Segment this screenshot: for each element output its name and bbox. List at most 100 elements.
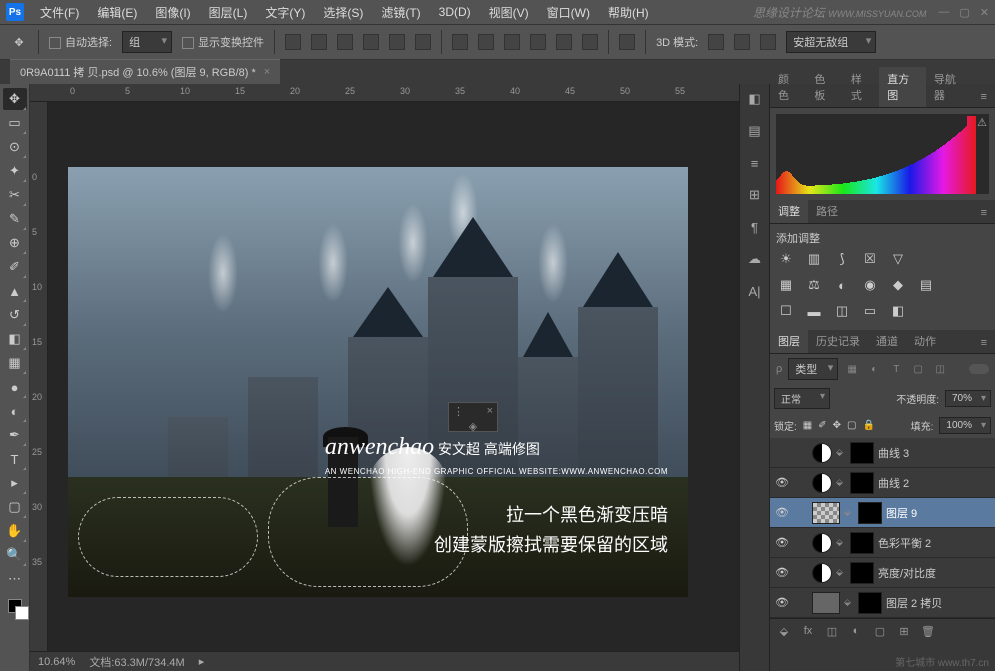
- layer-row[interactable]: 👁 ⬙ 图层 9: [770, 498, 995, 528]
- eraser-tool[interactable]: ◧: [3, 328, 27, 350]
- auto-select-check[interactable]: 自动选择:: [49, 34, 112, 50]
- menu-window[interactable]: 窗口(W): [539, 1, 598, 24]
- blur-tool[interactable]: ●: [3, 376, 27, 398]
- photo-filter-icon[interactable]: ◉: [860, 276, 880, 294]
- mask-icon[interactable]: ◫: [824, 623, 840, 639]
- distribute-icon-5[interactable]: [556, 34, 572, 50]
- new-layer-icon[interactable]: ⊞: [896, 623, 912, 639]
- lookup-icon[interactable]: ▤: [916, 276, 936, 294]
- layer-row[interactable]: 👁 ⬙ 曲线 2: [770, 468, 995, 498]
- tab-navigator[interactable]: 导航器: [926, 67, 973, 107]
- fill-input[interactable]: 100%: [939, 417, 991, 434]
- 3d-orbit-icon[interactable]: [708, 34, 724, 50]
- edit-toolbar[interactable]: ⋯: [3, 568, 27, 590]
- menu-help[interactable]: 帮助(H): [600, 1, 657, 24]
- brushes-icon[interactable]: ≡: [746, 154, 764, 172]
- delete-layer-icon[interactable]: 🗑: [920, 623, 936, 639]
- swatches-icon[interactable]: ▤: [746, 122, 764, 140]
- align-left-icon[interactable]: [363, 34, 379, 50]
- layer-row[interactable]: 👁 ⬙ 亮度/对比度: [770, 558, 995, 588]
- align-right-icon[interactable]: [415, 34, 431, 50]
- menu-file[interactable]: 文件(F): [32, 1, 87, 24]
- pen-tool[interactable]: ✒: [3, 424, 27, 446]
- layer-name[interactable]: 图层 9: [886, 505, 917, 521]
- new-adj-icon[interactable]: ◐: [848, 623, 864, 639]
- filter-shape-icon[interactable]: ▢: [910, 362, 926, 376]
- menu-view[interactable]: 视图(V): [481, 1, 537, 24]
- ruler-horizontal[interactable]: 0510152025303540455055: [30, 84, 739, 102]
- magic-wand-tool[interactable]: ✦: [3, 160, 27, 182]
- posterize-icon[interactable]: ▬: [804, 302, 824, 320]
- eyedropper-tool[interactable]: ✎: [3, 208, 27, 230]
- layer-name[interactable]: 亮度/对比度: [878, 565, 936, 581]
- balance-icon[interactable]: ⚖: [804, 276, 824, 294]
- new-group-icon[interactable]: ▢: [872, 623, 888, 639]
- lock-all-icon[interactable]: 🔒: [862, 420, 874, 431]
- layer-name[interactable]: 图层 2 拷贝: [886, 595, 942, 611]
- blend-mode-dropdown[interactable]: 正常: [774, 388, 830, 409]
- auto-align-icon[interactable]: [619, 34, 635, 50]
- lock-pixels-icon[interactable]: ✐: [818, 420, 826, 431]
- ruler-vertical[interactable]: 05101520253035: [30, 102, 48, 651]
- mask-thumb[interactable]: [858, 502, 882, 524]
- opacity-input[interactable]: 70%: [945, 390, 991, 407]
- 3d-slide-icon[interactable]: [760, 34, 776, 50]
- brightness-icon[interactable]: ☀: [776, 250, 796, 268]
- visibility-icon[interactable]: 👁: [774, 476, 790, 489]
- align-bottom-icon[interactable]: [337, 34, 353, 50]
- align-top-icon[interactable]: [285, 34, 301, 50]
- layer-name[interactable]: 色彩平衡 2: [878, 535, 931, 551]
- menu-edit[interactable]: 编辑(E): [89, 1, 145, 24]
- cube-icon[interactable]: ◈: [449, 420, 497, 433]
- color-picker-icon[interactable]: ◧: [746, 90, 764, 108]
- distribute-icon-6[interactable]: [582, 34, 598, 50]
- mask-thumb[interactable]: [850, 472, 874, 494]
- paragraph-icon[interactable]: ¶: [746, 218, 764, 236]
- auto-select-dropdown[interactable]: 组: [122, 31, 172, 53]
- tab-adjustments[interactable]: 调整: [770, 199, 808, 223]
- panel-grip-icon[interactable]: ⋮: [453, 405, 464, 418]
- group-name-dropdown[interactable]: 安超无敌组: [786, 31, 876, 53]
- mask-thumb[interactable]: [858, 592, 882, 614]
- libraries-icon[interactable]: ☁: [746, 250, 764, 268]
- levels-icon[interactable]: ▥: [804, 250, 824, 268]
- tab-styles[interactable]: 样式: [843, 67, 879, 107]
- close-icon[interactable]: ✕: [980, 6, 989, 19]
- lock-transparent-icon[interactable]: ▦: [803, 420, 812, 431]
- menu-filter[interactable]: 滤镜(T): [373, 1, 428, 24]
- type-tool[interactable]: T: [3, 448, 27, 470]
- filter-toggle[interactable]: [969, 364, 989, 374]
- 3d-pan-icon[interactable]: [734, 34, 750, 50]
- zoom-tool[interactable]: 🔍: [3, 544, 27, 566]
- crop-tool[interactable]: ✂: [3, 184, 27, 206]
- doc-size[interactable]: 文档:63.3M/734.4M: [89, 654, 184, 670]
- layer-row[interactable]: 👁 ⬙ 色彩平衡 2: [770, 528, 995, 558]
- menu-3d[interactable]: 3D(D): [431, 2, 479, 22]
- align-hcenter-icon[interactable]: [389, 34, 405, 50]
- hand-tool[interactable]: ✋: [3, 520, 27, 542]
- status-chevron-icon[interactable]: ▸: [199, 655, 205, 668]
- dodge-tool[interactable]: ◐: [3, 400, 27, 422]
- move-tool[interactable]: ✥: [3, 88, 27, 110]
- history-brush-tool[interactable]: ↺: [3, 304, 27, 326]
- path-select-tool[interactable]: ▸: [3, 472, 27, 494]
- tab-paths[interactable]: 路径: [808, 199, 846, 223]
- stamp-tool[interactable]: ▲: [3, 280, 27, 302]
- distribute-icon-2[interactable]: [478, 34, 494, 50]
- tab-close-icon[interactable]: ×: [264, 66, 270, 78]
- invert-icon[interactable]: ☐: [776, 302, 796, 320]
- warning-icon[interactable]: ⚠: [977, 116, 987, 129]
- filter-adj-icon[interactable]: ◐: [866, 362, 882, 376]
- canvas[interactable]: anwenchao 安文超 高端修图 AN WENCHAO HIGH-END G…: [48, 102, 739, 651]
- floating-panel[interactable]: ⋮ × ◈: [448, 402, 498, 432]
- tab-channels[interactable]: 通道: [868, 329, 906, 353]
- vibrance-icon[interactable]: ▽: [888, 250, 908, 268]
- tab-histogram[interactable]: 直方图: [879, 67, 926, 107]
- distribute-icon-4[interactable]: [530, 34, 546, 50]
- distribute-icon[interactable]: [452, 34, 468, 50]
- layer-kind-dropdown[interactable]: 类型: [788, 358, 838, 380]
- gradient-tool[interactable]: ▦: [3, 352, 27, 374]
- document-tab[interactable]: 0R9A0111 拷 贝.psd @ 10.6% (图层 9, RGB/8) *…: [10, 59, 280, 84]
- panel-close-icon[interactable]: ×: [487, 405, 493, 418]
- shape-tool[interactable]: ▢: [3, 496, 27, 518]
